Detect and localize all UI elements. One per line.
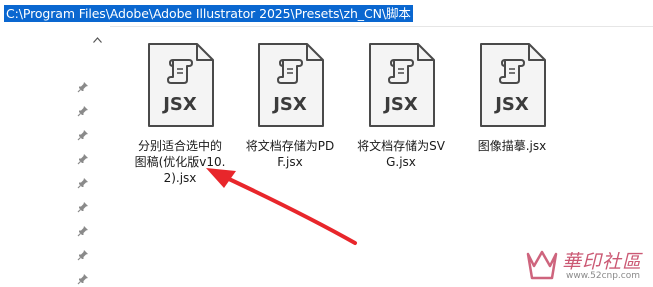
- jsx-file-icon: JSX: [366, 42, 436, 128]
- quick-access-pane: [0, 26, 110, 287]
- file-name[interactable]: 分别适合选中的图稿(优化版v10.2).jsx: [128, 138, 232, 186]
- file-item[interactable]: JSX 将文档存储为SVG.jsx: [349, 42, 453, 170]
- file-type-label: JSX: [163, 94, 197, 115]
- watermark-brand: 華印社區: [562, 251, 643, 273]
- watermark-url: www.52cnp.com: [566, 271, 641, 281]
- file-type-label: JSX: [384, 94, 418, 115]
- jsx-file-icon: JSX: [145, 42, 215, 128]
- file-item[interactable]: JSX 图像描摹.jsx: [460, 42, 564, 154]
- script-scroll-icon: [277, 59, 303, 84]
- pin-icon[interactable]: [76, 104, 90, 118]
- file-type-label: JSX: [495, 94, 529, 115]
- watermark-logo-icon: [526, 250, 558, 280]
- file-type-label: JSX: [273, 94, 307, 115]
- pin-icon[interactable]: [76, 128, 90, 142]
- pin-icon[interactable]: [76, 272, 90, 286]
- file-item[interactable]: JSX 将文档存储为PDF.jsx: [238, 42, 342, 170]
- file-item[interactable]: JSX 分别适合选中的图稿(优化版v10.2).jsx: [128, 42, 232, 186]
- address-bar[interactable]: C:\Program Files\Adobe\Adobe Illustrator…: [0, 0, 653, 27]
- pin-icon[interactable]: [76, 152, 90, 166]
- pin-icon[interactable]: [76, 224, 90, 238]
- script-scroll-icon: [499, 59, 525, 84]
- script-scroll-icon: [167, 59, 193, 84]
- pin-icon[interactable]: [76, 200, 90, 214]
- jsx-file-icon: JSX: [255, 42, 325, 128]
- file-name[interactable]: 将文档存储为SVG.jsx: [349, 138, 453, 170]
- jsx-file-icon: JSX: [477, 42, 547, 128]
- scroll-up-button[interactable]: [90, 32, 105, 47]
- file-name[interactable]: 图像描摹.jsx: [460, 138, 564, 154]
- file-name[interactable]: 将文档存储为PDF.jsx: [238, 138, 342, 170]
- watermark: 華印社區 www.52cnp.com: [522, 244, 652, 286]
- chevron-up-icon: [93, 36, 102, 43]
- pin-icon[interactable]: [76, 80, 90, 94]
- pin-icon[interactable]: [76, 248, 90, 262]
- pin-icon[interactable]: [76, 176, 90, 190]
- address-path-selected[interactable]: C:\Program Files\Adobe\Adobe Illustrator…: [4, 5, 413, 22]
- script-scroll-icon: [388, 59, 414, 84]
